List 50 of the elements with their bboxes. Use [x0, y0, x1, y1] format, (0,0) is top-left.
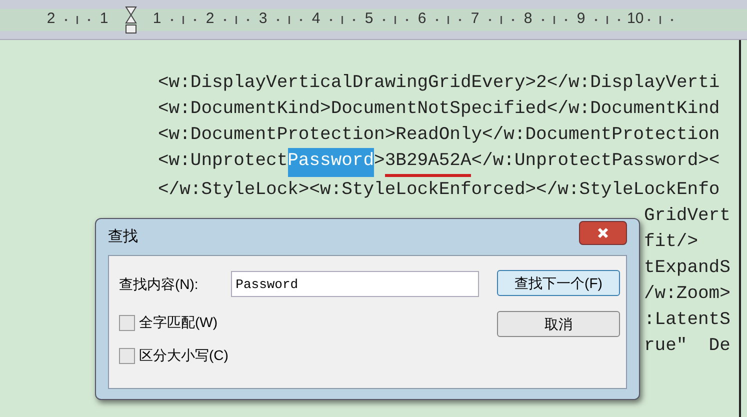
ruler-ticks [65, 16, 90, 24]
ruler-ticks [383, 16, 408, 24]
ruler-number: 3 [258, 9, 268, 30]
checkbox[interactable] [119, 348, 135, 364]
dialog-title: 查找 [108, 226, 138, 247]
code-text: rue" De [644, 335, 730, 358]
ruler-number: 10 [627, 9, 641, 30]
close-icon [597, 227, 609, 239]
ruler-number: 1 [152, 9, 162, 30]
checkbox[interactable] [119, 314, 135, 330]
ruler-number: 8 [522, 9, 534, 30]
code-text: <w:Unprotect [158, 150, 288, 173]
code-text: fit/> [644, 231, 698, 254]
code-text: <w:DisplayVerticalDrawingGridEvery>2</w:DisplayVerti [158, 72, 720, 95]
ruler-ticks [648, 16, 673, 24]
code-text: /w:Zoom> [644, 283, 730, 306]
ruler-ticks [224, 16, 249, 24]
ruler-number: 6 [416, 9, 428, 30]
ruler-number: 2 [204, 9, 216, 30]
ruler-ticks [542, 16, 567, 24]
ruler-ticks [595, 16, 620, 24]
close-button[interactable] [579, 221, 627, 245]
underlined-text: 3B29A52A [384, 148, 472, 177]
code-text: tExpandS [644, 257, 730, 280]
ruler-number: 4 [310, 9, 322, 30]
ruler-ticks [489, 16, 514, 24]
code-text: > [374, 150, 385, 173]
ruler-ticks [330, 16, 355, 24]
find-next-button[interactable]: 查找下一个(F) [497, 270, 620, 296]
ruler-number: 7 [470, 9, 480, 30]
ruler-number: 9 [576, 9, 586, 30]
code-text: </w:UnprotectPassword>< [471, 150, 720, 173]
ruler-number: 1 [98, 9, 110, 30]
indent-marker-icon[interactable] [124, 6, 136, 34]
ruler-ticks [277, 16, 302, 24]
find-input-field[interactable]: Password [230, 271, 479, 297]
code-text: </w:StyleLock><w:StyleLockEnforced></w:StyleLockEnfo [158, 179, 720, 202]
ruler-ticks [171, 16, 196, 24]
code-text: <w:DocumentKind>DocumentNotSpecified</w:DocumentKind [158, 98, 720, 121]
checkbox-label: 全字匹配(W) [139, 313, 218, 332]
checkbox-label: 区分大小写(C) [139, 346, 228, 365]
code-text: <w:DocumentProtection>ReadOnly</w:DocumentProtection [158, 124, 720, 147]
ruler-ticks [436, 16, 461, 24]
highlighted-text: Password [288, 148, 374, 177]
code-text: :LatentS [644, 309, 730, 332]
ruler-number: 5 [364, 9, 374, 30]
find-label: 查找内容(N): [119, 274, 200, 294]
cancel-button[interactable]: 取消 [497, 311, 620, 337]
ruler-number: 2 [46, 9, 56, 30]
code-text: GridVert [644, 205, 730, 228]
